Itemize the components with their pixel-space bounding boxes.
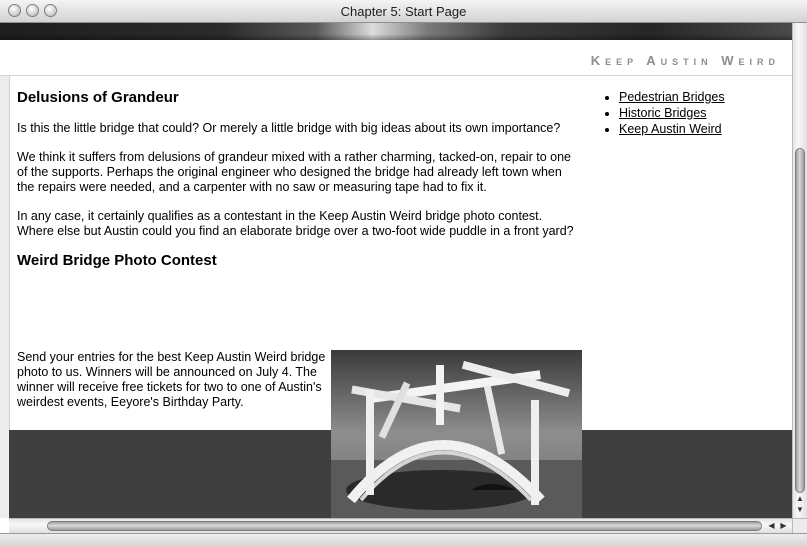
site-brand: Keep Austin Weird	[590, 53, 780, 68]
sidebar-nav: Pedestrian Bridges Historic Bridges Keep…	[604, 89, 725, 137]
window-titlebar[interactable]: Chapter 5: Start Page	[0, 0, 807, 23]
contest-text: Send your entries for the best Keep Aust…	[17, 350, 326, 409]
article-paragraph-3: In any case, it certainly qualifies as a…	[17, 209, 574, 238]
pedestrian-bridges-link[interactable]: Pedestrian Bridges	[619, 90, 725, 104]
historic-bridges-link[interactable]: Historic Bridges	[619, 106, 707, 120]
sidebar-item-keep-austin-weird: Keep Austin Weird	[619, 121, 725, 137]
vertical-scroll-thumb[interactable]	[795, 148, 805, 493]
scroll-up-arrow-icon[interactable]: ▲	[793, 493, 807, 504]
window-title: Chapter 5: Start Page	[340, 4, 467, 19]
horizontal-scroll-thumb[interactable]	[47, 521, 762, 531]
contest-heading: Weird Bridge Photo Contest	[17, 252, 217, 269]
vertical-scrollbar[interactable]: ▲ ▼	[792, 23, 807, 518]
horizontal-scrollbar[interactable]: ◀ ▶	[9, 518, 792, 533]
main-content: Delusions of Grandeur Is this the little…	[17, 90, 577, 282]
window-bottom-bar	[0, 533, 807, 546]
scroll-left-arrow-icon[interactable]: ◀	[766, 519, 777, 533]
sidebar-item-historic-bridges: Historic Bridges	[619, 105, 725, 121]
keep-austin-weird-link[interactable]: Keep Austin Weird	[619, 122, 722, 136]
sidebar-item-pedestrian-bridges: Pedestrian Bridges	[619, 89, 725, 105]
article-paragraph-1: Is this the little bridge that could? Or…	[17, 121, 561, 135]
scroll-right-arrow-icon[interactable]: ▶	[778, 519, 789, 533]
resize-corner[interactable]	[792, 518, 807, 533]
header-banner-image	[0, 23, 792, 40]
weird-bridge-photo	[331, 350, 582, 518]
article-heading: Delusions of Grandeur	[17, 89, 179, 106]
scroll-down-arrow-icon[interactable]: ▼	[793, 504, 807, 515]
article-paragraph-2: We think it suffers from delusions of gr…	[17, 150, 571, 194]
brand-row: Keep Austin Weird	[0, 40, 792, 76]
